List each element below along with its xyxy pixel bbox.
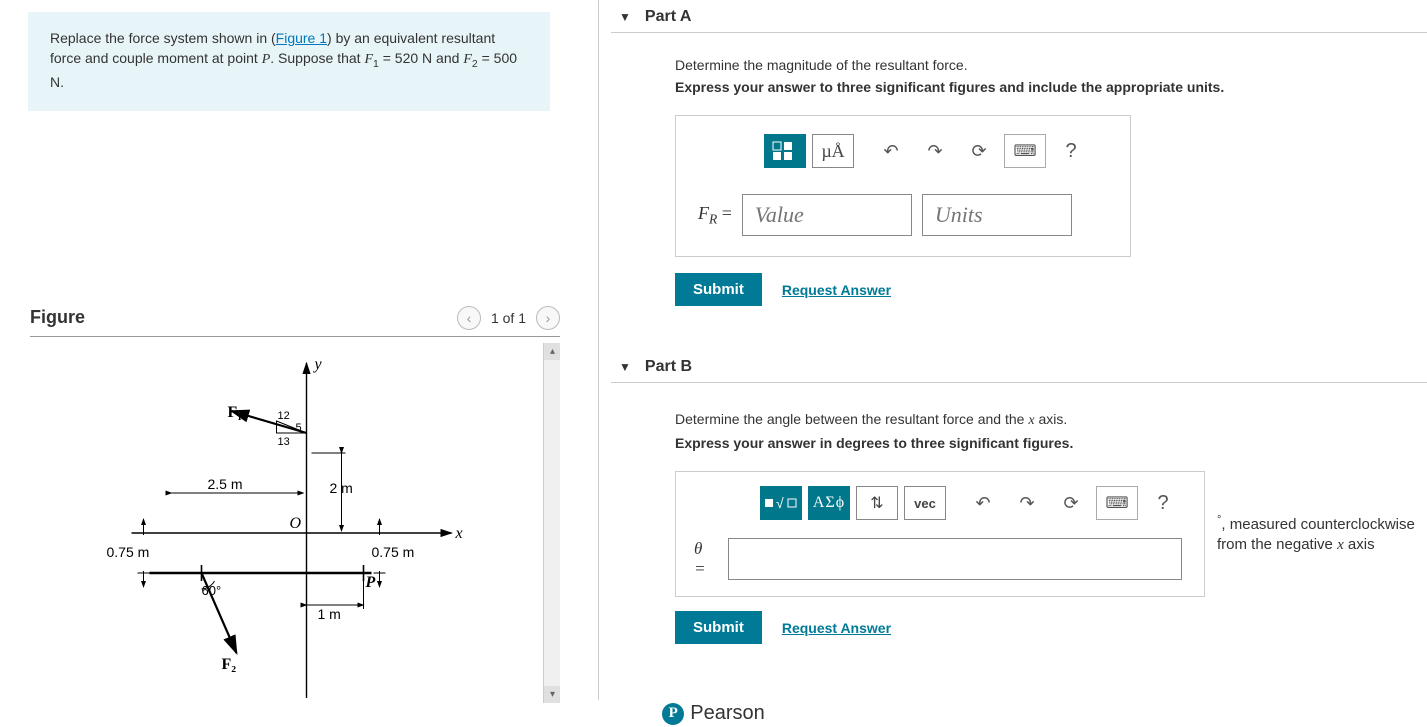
answer-label-FR: FR = — [698, 203, 732, 228]
problem-statement: Replace the force system shown in (Figur… — [28, 12, 550, 111]
answer-label-theta: θ = — [694, 539, 718, 579]
part-b-instruction-bold: Express your answer in degrees to three … — [675, 435, 1427, 451]
reset-button[interactable]: ⟳ — [1052, 493, 1090, 514]
part-a-title: Part A — [645, 8, 692, 26]
part-b-unit-suffix: °, measured counterclockwise from the ne… — [1217, 513, 1427, 556]
help-button[interactable]: ? — [1144, 492, 1182, 515]
help-button[interactable]: ? — [1052, 140, 1090, 163]
redo-button[interactable]: ↷ — [916, 141, 954, 162]
units-input[interactable] — [922, 194, 1072, 236]
svg-text:√: √ — [776, 495, 784, 511]
slope-13: 13 — [278, 436, 290, 448]
axis-y-label: y — [313, 356, 323, 373]
point-P: P — [365, 574, 376, 591]
dim-075m-left: 0.75 m — [107, 544, 150, 560]
vector-button[interactable]: vec — [904, 486, 946, 520]
figure-area: ▴ ▾ y x O — [30, 343, 560, 703]
origin-label: O — [290, 515, 302, 532]
value-input[interactable] — [742, 194, 912, 236]
part-a-instruction-bold: Express your answer to three significant… — [675, 79, 1427, 95]
figure-prev-button[interactable]: ‹ — [457, 306, 481, 330]
part-a-header[interactable]: ▼ Part A — [611, 4, 1427, 33]
var-F1-value: = 520 N — [379, 50, 432, 66]
keyboard-button[interactable]: ⌨ — [1004, 134, 1046, 168]
submit-button[interactable]: Submit — [675, 273, 762, 306]
part-a-answer-widget: µÅ ↶ ↷ ⟳ ⌨ ? FR = — [675, 115, 1131, 257]
slope-12: 12 — [278, 410, 290, 422]
figure-diagram: y x O 12 5 13 F₁ P 2 m — [30, 343, 543, 703]
scroll-up-button[interactable]: ▴ — [544, 343, 560, 360]
footer-brand: P Pearson — [0, 702, 1427, 725]
dim-075m-right: 0.75 m — [372, 544, 415, 560]
figure-link[interactable]: Figure 1 — [276, 30, 327, 46]
dim-2_5m: 2.5 m — [208, 476, 243, 492]
angle-60: 60° — [202, 583, 222, 598]
slope-5: 5 — [296, 422, 302, 434]
scroll-down-button[interactable]: ▾ — [544, 686, 560, 703]
part-b-header[interactable]: ▼ Part B — [611, 354, 1427, 383]
pearson-text: Pearson — [690, 702, 765, 725]
figure-scrollbar[interactable]: ▴ ▾ — [543, 343, 560, 703]
undo-button[interactable]: ↶ — [964, 493, 1002, 514]
templates-button[interactable]: √ — [760, 486, 802, 520]
subscript-button[interactable]: ⇅ — [856, 486, 898, 520]
undo-button[interactable]: ↶ — [872, 141, 910, 162]
figure-header: Figure ‹ 1 of 1 › — [30, 306, 560, 337]
collapse-icon: ▼ — [619, 360, 631, 374]
units-button[interactable]: µÅ — [812, 134, 854, 168]
problem-text: and — [432, 50, 463, 66]
part-b-instruction: Determine the angle between the resultan… — [675, 411, 1427, 429]
submit-button[interactable]: Submit — [675, 611, 762, 644]
dim-1m: 1 m — [318, 606, 341, 622]
theta-input[interactable] — [728, 538, 1182, 580]
reset-button[interactable]: ⟳ — [960, 141, 998, 162]
F1-label: F₁ — [228, 404, 243, 421]
keyboard-button[interactable]: ⌨ — [1096, 486, 1138, 520]
greek-button[interactable]: ΑΣϕ — [808, 486, 850, 520]
collapse-icon: ▼ — [619, 10, 631, 24]
problem-text: . — [60, 74, 64, 90]
request-answer-link[interactable]: Request Answer — [782, 282, 891, 298]
part-b-toolbar: √ ΑΣϕ ⇅ vec ↶ ↷ ⟳ ⌨ ? — [760, 486, 1182, 520]
var-F1-sym: F — [364, 52, 373, 67]
problem-text: Replace the force system shown in ( — [50, 30, 276, 46]
request-answer-link[interactable]: Request Answer — [782, 620, 891, 636]
F2-label: F₂ — [222, 656, 237, 673]
pearson-icon: P — [662, 703, 684, 725]
templates-button[interactable] — [764, 134, 806, 168]
figure-next-button[interactable]: › — [536, 306, 560, 330]
part-a-toolbar: µÅ ↶ ↷ ⟳ ⌨ ? — [764, 134, 1090, 168]
dim-2m: 2 m — [330, 480, 353, 496]
figure-pager-text: 1 of 1 — [491, 310, 526, 326]
part-a-instruction: Determine the magnitude of the resultant… — [675, 57, 1427, 73]
axis-x-label: x — [455, 525, 463, 542]
figure-title: Figure — [30, 307, 85, 328]
part-b-answer-widget: √ ΑΣϕ ⇅ vec ↶ ↷ ⟳ ⌨ ? θ = — [675, 471, 1205, 597]
figure-pager: ‹ 1 of 1 › — [457, 306, 560, 330]
var-P: P — [262, 52, 271, 67]
part-b-title: Part B — [645, 358, 692, 376]
var-F2-sym: F — [463, 52, 472, 67]
redo-button[interactable]: ↷ — [1008, 493, 1046, 514]
problem-text: . Suppose that — [270, 50, 364, 66]
